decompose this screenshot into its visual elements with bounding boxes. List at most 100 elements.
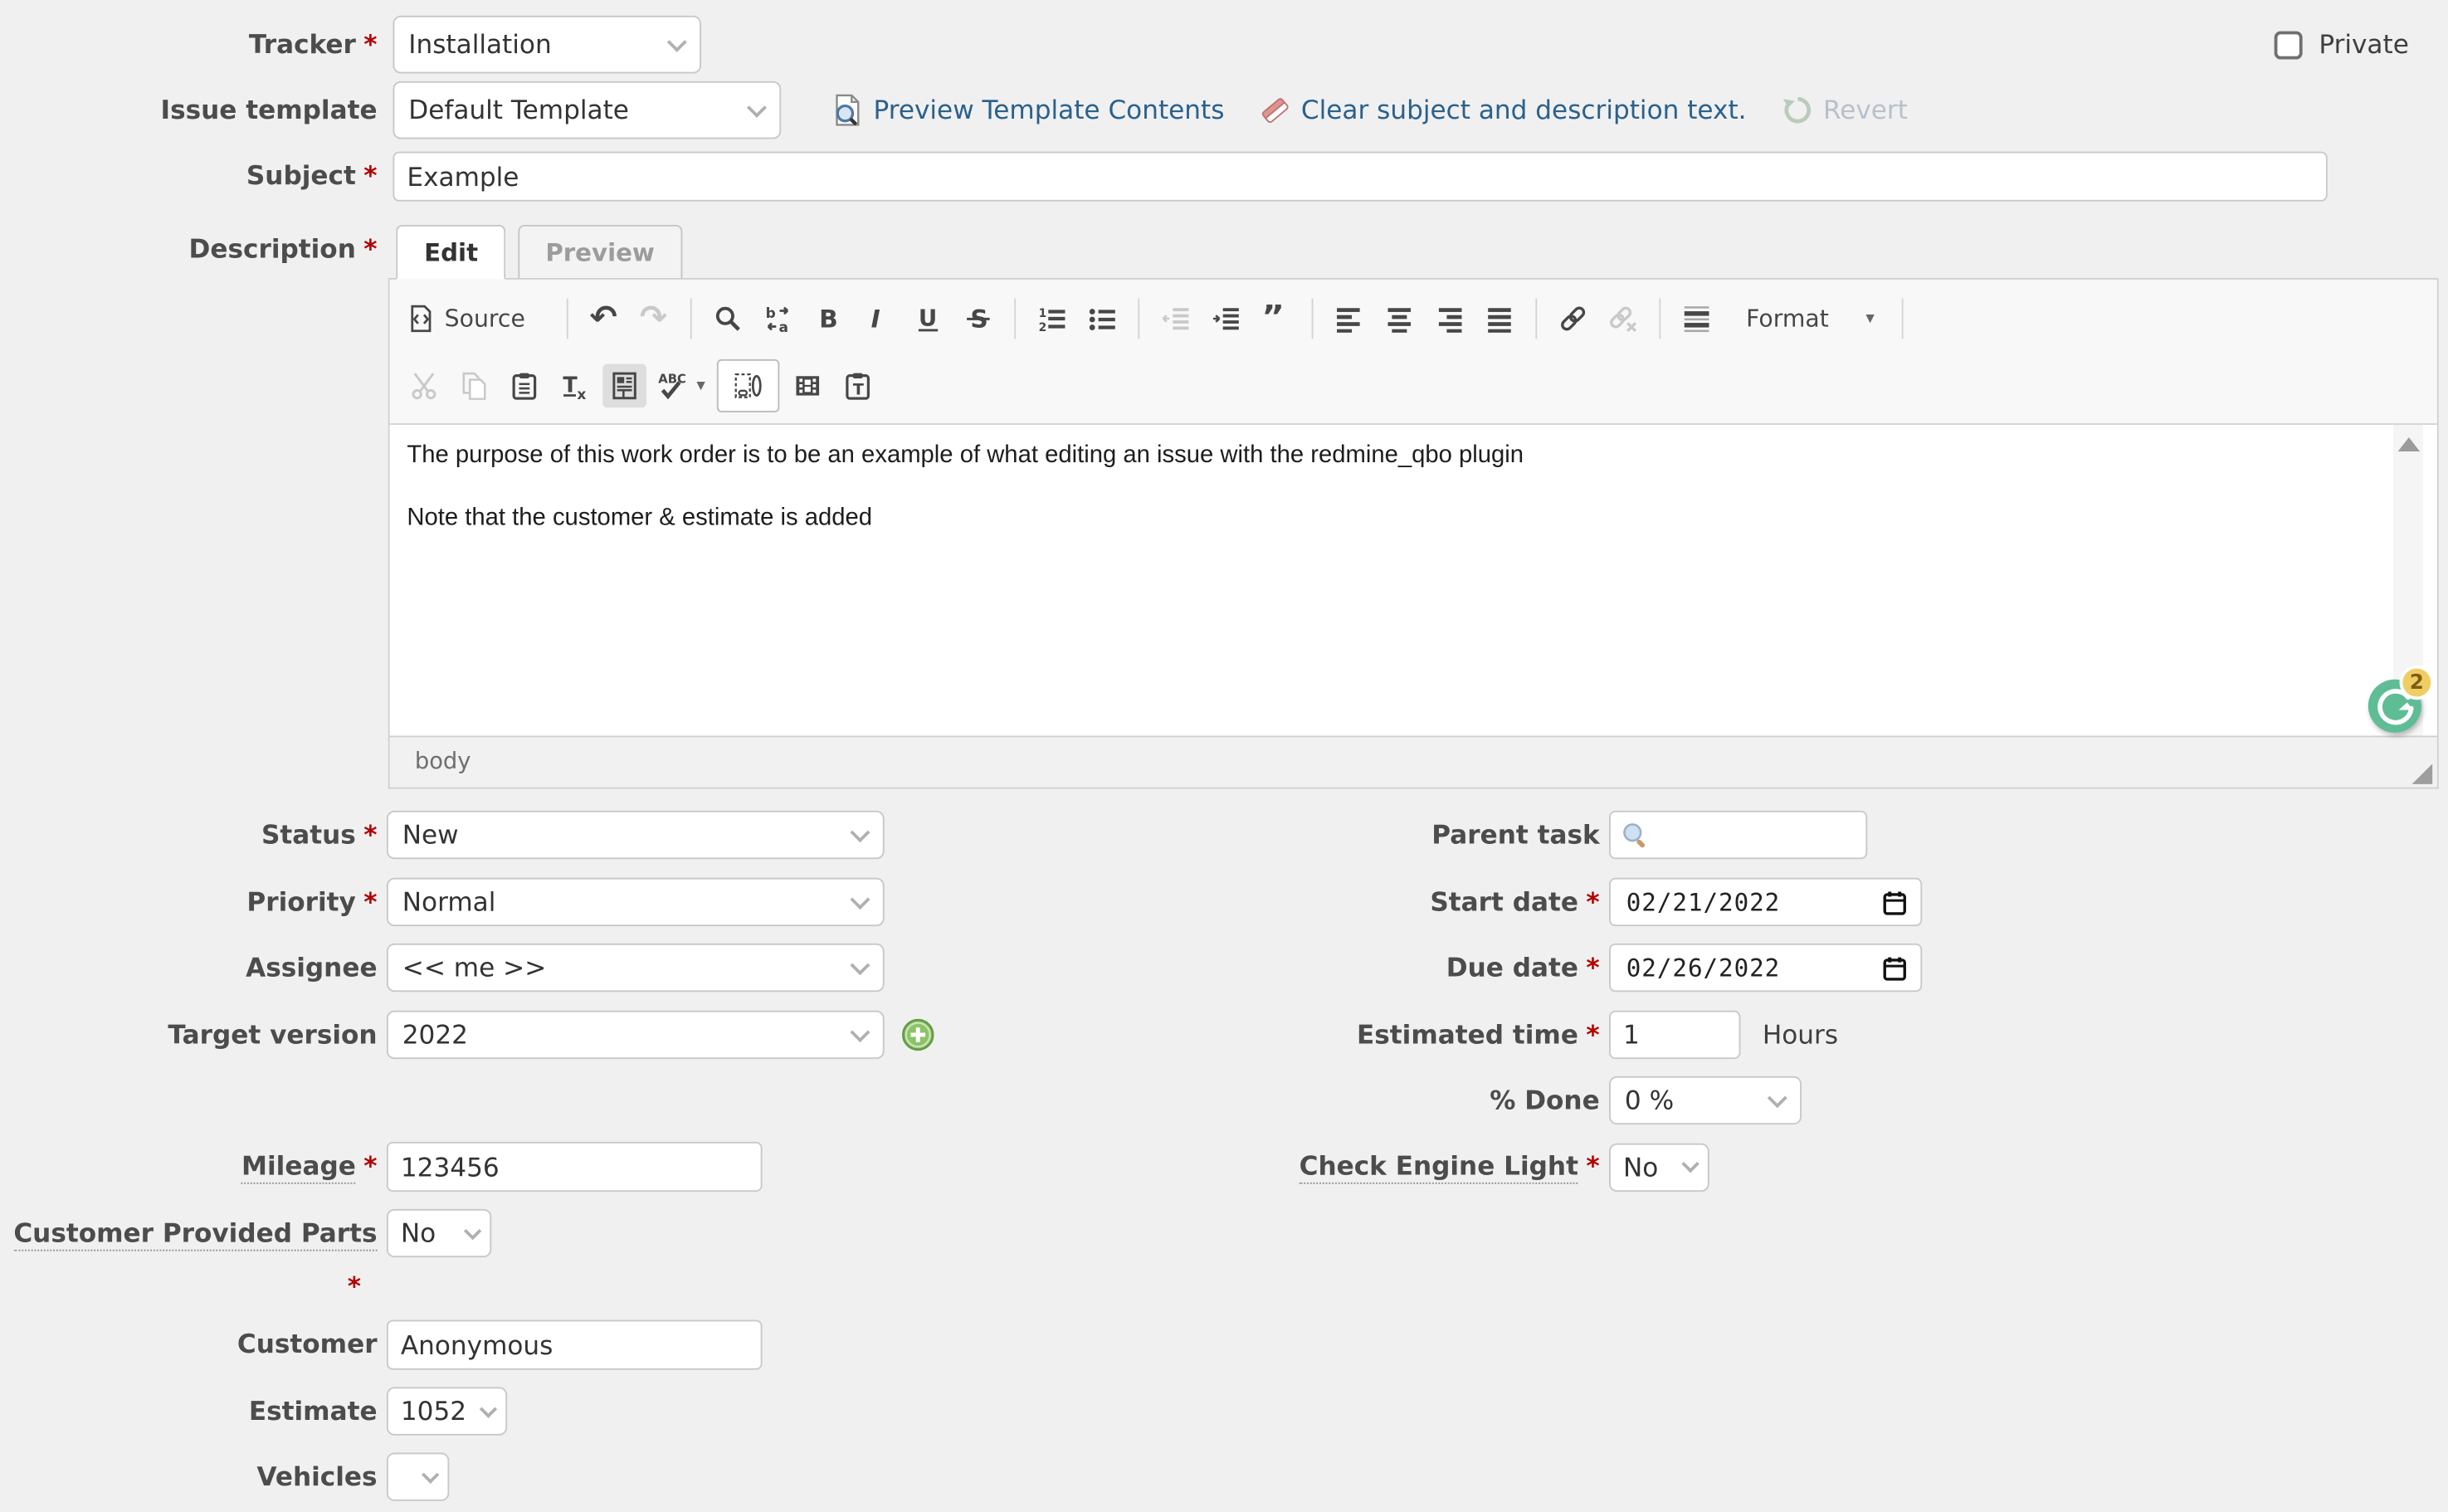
paste-plain-text-icon: T [843,371,871,399]
bold-button[interactable]: B [806,296,850,340]
templates-button[interactable]: I [602,363,646,407]
check-engine-light-row: Check Engine Light* No [1095,1142,1709,1192]
tab-preview[interactable]: Preview [517,225,682,280]
vehicles-select[interactable] [387,1452,449,1500]
parent-task-label: Parent task [1095,819,1599,850]
element-path-label: body [415,749,471,774]
source-button-label: Source [445,304,525,332]
check-engine-light-select[interactable]: No [1609,1143,1709,1191]
estimated-time-label: Estimated time* [1095,1019,1599,1050]
indent-button[interactable] [1203,296,1247,340]
chevron-down-icon [850,889,870,909]
clear-subject-description-link[interactable]: Clear subject and description text. [1301,95,1747,125]
scroll-up-icon[interactable] [2397,437,2419,451]
link-button[interactable] [1550,296,1594,340]
underline-button[interactable]: U [905,296,949,340]
status-select[interactable]: New [387,811,885,859]
mileage-input[interactable] [387,1142,763,1192]
blockquote-button[interactable]: ” [1253,296,1297,340]
issue-template-label: Issue template [0,95,378,125]
replace-button[interactable]: ba [755,296,799,340]
due-date-row: Due date* 02/26/2022 [1095,944,1922,992]
percent-done-select[interactable]: 0 % [1609,1076,1802,1124]
undo-button[interactable]: ↶ [582,296,626,340]
priority-select[interactable]: Normal [387,878,885,926]
media-embed-button[interactable] [785,363,829,407]
add-version-button[interactable] [901,1018,934,1051]
required-marker: * [363,161,377,191]
tracker-select[interactable]: Installation [393,16,701,74]
issue-template-select[interactable]: Default Template [393,81,781,139]
toolbar-separator [566,298,568,339]
required-marker: * [363,1151,377,1181]
status-row: Status* New [0,811,885,859]
editor-element-path: body [390,736,2437,788]
estimated-time-input[interactable] [1609,1011,1740,1059]
editor-resize-handle[interactable] [2412,763,2433,783]
svg-text:b: b [765,304,775,320]
preview-template-link[interactable]: Preview Template Contents [873,95,1224,125]
align-right-button[interactable] [1426,296,1470,340]
estimate-select[interactable]: 1052 [387,1387,507,1435]
align-left-icon [1334,304,1363,332]
outdent-icon [1161,304,1189,332]
chevron-down-icon [480,1400,497,1417]
paste-plain-text-button[interactable]: T [835,363,879,407]
chevron-down-icon [1681,1155,1699,1173]
revert-link: Revert [1823,95,1908,125]
estimated-time-row: Estimated time* Hours [1095,1011,1838,1059]
preview-template-icon [831,94,865,127]
svg-text:I: I [870,304,880,332]
customer-provided-parts-select[interactable]: No [387,1209,491,1257]
numbered-list-button[interactable]: 12 [1029,296,1073,340]
format-dropdown[interactable]: Format▾ [1724,296,1887,340]
customer-input[interactable] [387,1319,763,1369]
placeholder-button[interactable] [716,358,778,412]
target-version-select[interactable]: 2022 [387,1011,885,1059]
vehicles-row: Vehicles [0,1452,449,1500]
due-date-input[interactable]: 02/26/2022 [1609,944,1922,992]
source-button[interactable]: Source [402,296,530,340]
toolbar-separator [1658,298,1660,339]
status-label: Status* [0,819,378,850]
required-marker: * [1586,952,1599,982]
italic-button[interactable]: I [856,296,900,340]
issue-template-row: Issue template Default Template Preview … [0,81,1908,139]
private-label: Private [2319,30,2409,60]
bulleted-list-icon [1087,304,1115,332]
grammarly-widget[interactable]: 2 [2368,680,2421,733]
assignee-select[interactable]: << me >> [387,944,885,992]
remove-format-button[interactable]: Tx [553,363,597,407]
required-marker: * [363,819,377,849]
private-checkbox[interactable] [2275,31,2304,59]
subject-input[interactable] [393,152,2327,202]
align-center-button[interactable] [1377,296,1421,340]
status-value: New [402,820,459,850]
parent-task-row: Parent task [1095,811,1867,859]
estimate-value: 1052 [401,1397,466,1427]
strikethrough-button[interactable]: S [956,296,1000,340]
replace-icon: ba [763,304,792,332]
mileage-label: Mileage* [0,1151,378,1182]
customer-provided-parts-value: No [401,1218,436,1248]
paste-button[interactable] [502,363,546,407]
description-label: Description* [0,225,378,266]
editor-content-area[interactable]: The purpose of this work order is to be … [390,425,2437,736]
align-left-button[interactable] [1327,296,1371,340]
percent-done-label: % Done [1095,1085,1599,1115]
bold-icon: B [813,304,841,332]
description-text[interactable]: The purpose of this work order is to be … [390,425,2437,534]
tab-edit[interactable]: Edit [396,225,506,280]
dropdown-arrow-icon: ▾ [696,375,705,395]
div-container-button[interactable] [1674,296,1718,340]
unlink-button [1601,296,1645,340]
indent-icon [1211,304,1239,332]
spellcheck-button[interactable]: ABC▾ [653,363,710,407]
bulleted-list-button[interactable] [1080,296,1124,340]
numbered-list-icon: 12 [1037,304,1066,332]
find-button[interactable] [705,296,749,340]
customer-row: Customer [0,1319,763,1369]
vehicles-label: Vehicles [0,1461,378,1492]
start-date-input[interactable]: 02/21/2022 [1609,878,1922,926]
justify-button[interactable] [1477,296,1521,340]
